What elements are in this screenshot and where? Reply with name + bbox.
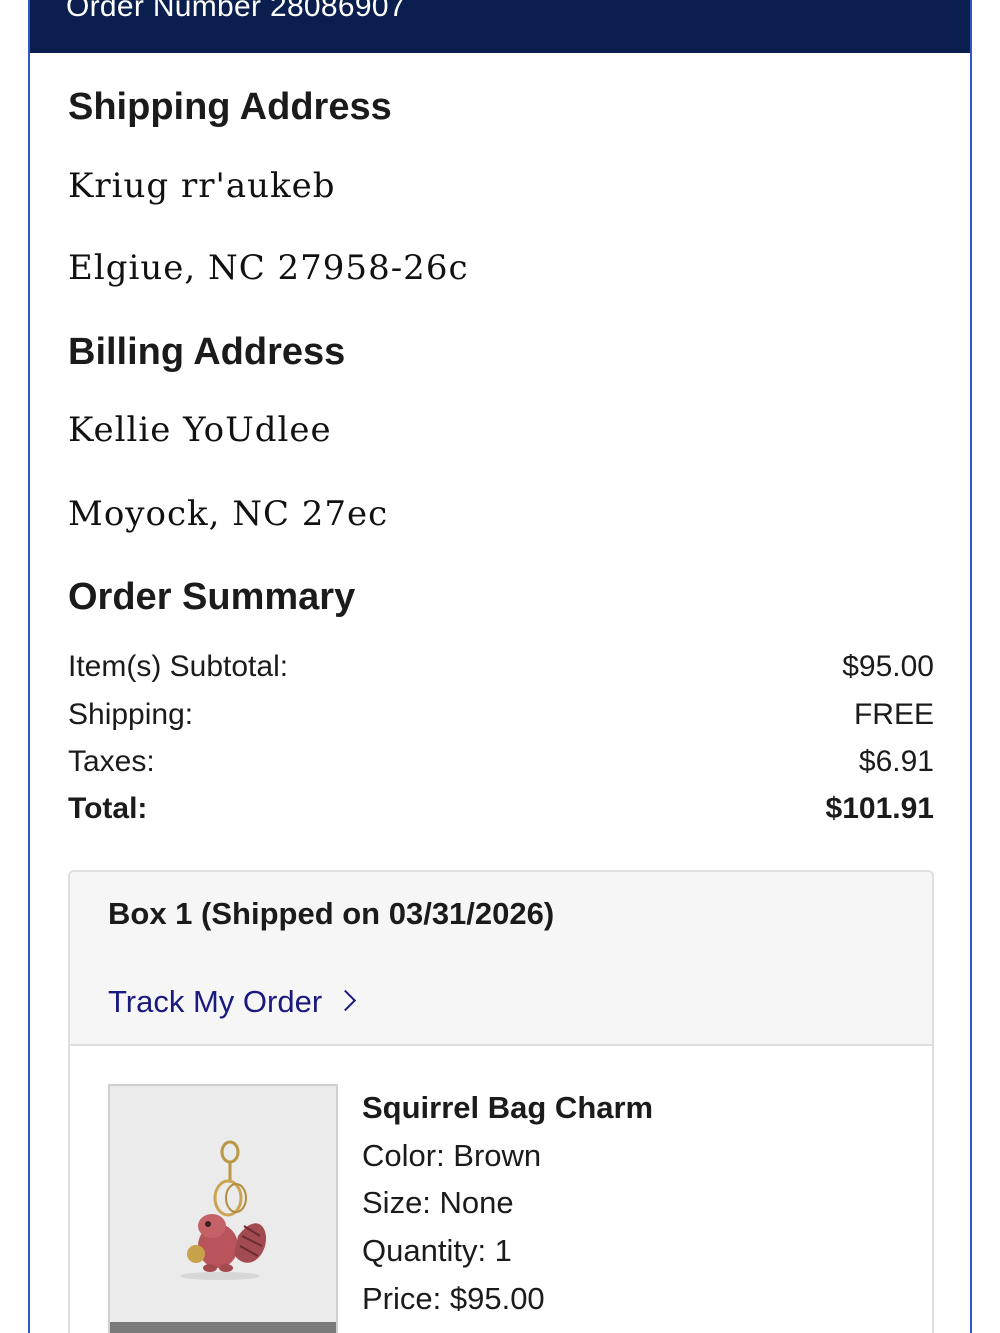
order-header-bar: Order Number 28086907 xyxy=(30,0,970,53)
track-my-order-link[interactable]: Track My Order xyxy=(108,984,357,1020)
total-label: Total: xyxy=(68,792,148,825)
product-color: Color: Brown xyxy=(362,1138,542,1173)
order-number: Order Number 28086907 xyxy=(66,0,406,23)
product-price: Price: $95.00 xyxy=(362,1281,545,1316)
shipping-address-name: Kriug rr'aukeb xyxy=(68,166,336,206)
product-image[interactable]: Shipped xyxy=(108,1084,338,1333)
shipping-address-title: Shipping Address xyxy=(68,86,392,128)
taxes-value: $6.91 xyxy=(858,745,934,778)
shipment-box-header: Box 1 (Shipped on 03/31/2026) Track My O… xyxy=(70,872,932,1046)
total-row: Total: $101.91 xyxy=(68,792,934,832)
shipping-row: Shipping: FREE xyxy=(68,698,934,738)
taxes-label: Taxes: xyxy=(68,745,155,778)
total-value: $101.91 xyxy=(825,792,934,825)
shipment-box-title: Box 1 (Shipped on 03/31/2026) xyxy=(108,896,555,931)
shipped-status-badge: Shipped xyxy=(110,1322,336,1333)
order-details-page: Order Number 28086907 Shipping Address K… xyxy=(0,0,1000,1333)
subtotal-value: $95.00 xyxy=(842,650,934,683)
track-my-order-label: Track My Order xyxy=(108,984,323,1019)
chevron-right-icon xyxy=(335,990,357,1012)
product-size: Size: None xyxy=(362,1185,514,1220)
shipping-address-city: Elgiue, NC 27958-26c xyxy=(68,248,469,288)
billing-address-city: Moyock, NC 27ec xyxy=(68,494,389,534)
subtotal-label: Item(s) Subtotal: xyxy=(68,650,289,683)
subtotal-row: Item(s) Subtotal: $95.00 xyxy=(68,650,934,690)
shipping-label: Shipping: xyxy=(68,698,194,731)
shipment-box: Box 1 (Shipped on 03/31/2026) Track My O… xyxy=(68,870,934,1333)
order-summary-title: Order Summary xyxy=(68,576,356,618)
taxes-row: Taxes: $6.91 xyxy=(68,745,934,785)
squirrel-charm-image xyxy=(180,1140,267,1280)
order-card: Order Number 28086907 Shipping Address K… xyxy=(28,0,972,1333)
product-name[interactable]: Squirrel Bag Charm xyxy=(362,1090,653,1126)
shipping-value: FREE xyxy=(853,698,934,731)
billing-address-title: Billing Address xyxy=(68,331,346,373)
product-quantity: Quantity: 1 xyxy=(362,1233,512,1268)
billing-address-name: Kellie YoUdlee xyxy=(68,410,332,450)
